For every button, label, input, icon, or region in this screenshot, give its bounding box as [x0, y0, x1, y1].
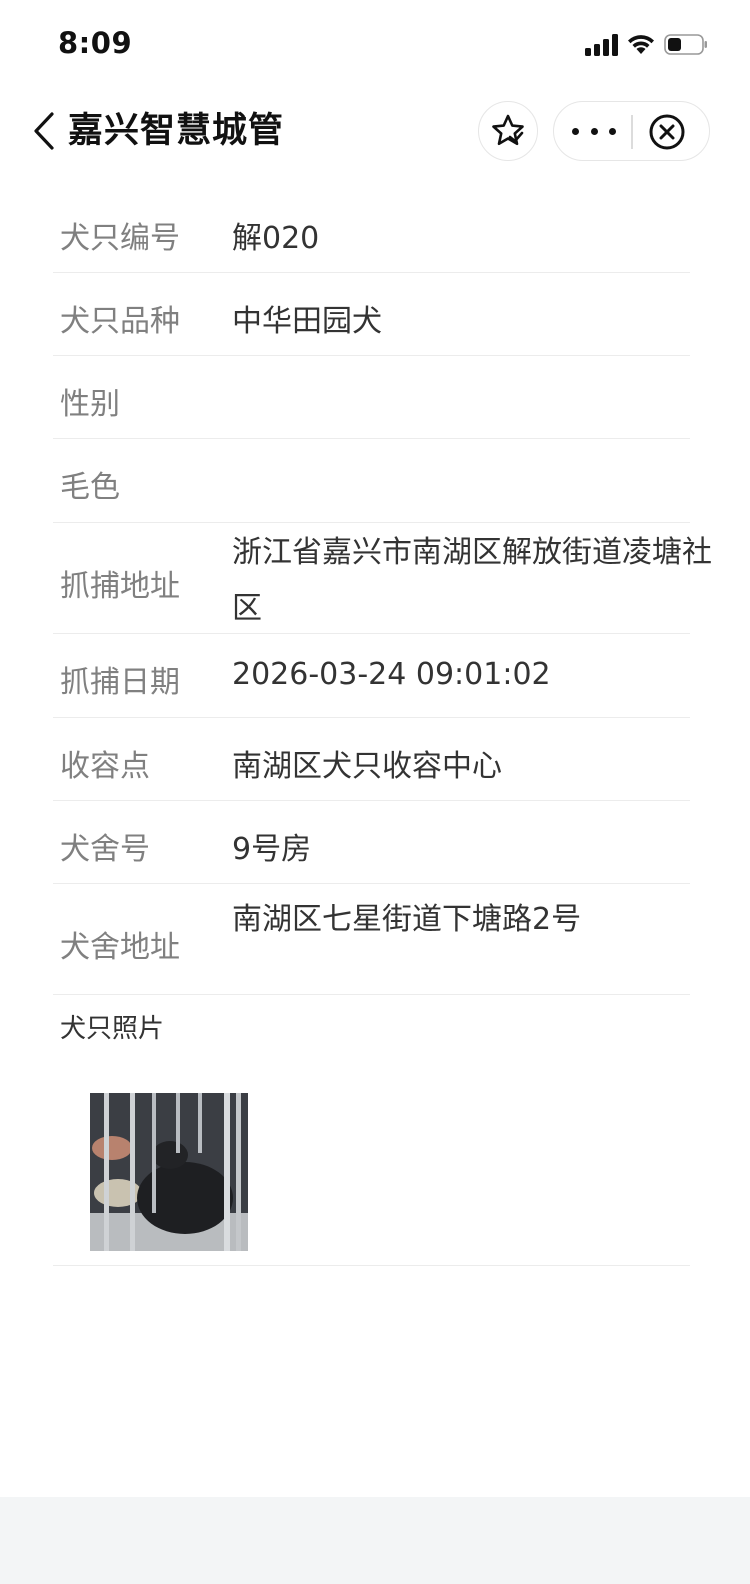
info-row-dog-number: 犬只编号 解020 — [53, 190, 690, 273]
capsule-divider — [631, 115, 633, 149]
field-label: 犬只品种 — [60, 304, 180, 339]
footer-bar — [0, 1497, 750, 1584]
status-bar: 8:09 — [0, 0, 750, 88]
field-label: 犬舍号 — [60, 832, 150, 867]
field-label: 毛色 — [60, 470, 120, 505]
dot-icon — [590, 127, 598, 135]
field-label: 收容点 — [60, 749, 150, 784]
dog-photo-section: 犬只照片 — [53, 996, 690, 1266]
mini-program-capsule — [553, 101, 710, 161]
info-row-breed: 犬只品种 中华田园犬 — [53, 273, 690, 356]
info-row-capture-address: 抓捕地址 浙江省嘉兴市南湖区解放街道凌塘社区 — [53, 523, 712, 634]
field-label: 性别 — [60, 387, 120, 422]
back-button[interactable] — [28, 108, 62, 154]
info-row-kennel-address: 犬舍地址 南湖区七星街道下塘路2号 — [53, 884, 690, 995]
field-label: 犬只编号 — [60, 221, 180, 256]
info-row-sex: 性别 — [53, 356, 690, 439]
cellular-signal-icon — [585, 34, 621, 56]
field-value: 浙江省嘉兴市南湖区解放街道凌塘社区 — [232, 535, 712, 626]
dog-photo[interactable] — [90, 1093, 248, 1251]
dot-icon — [609, 127, 616, 135]
info-row-coat-color: 毛色 — [53, 439, 690, 523]
info-row-kennel-number: 犬舍号 9号房 — [53, 801, 690, 884]
dot-icon — [572, 127, 579, 135]
more-options-button[interactable] — [572, 116, 616, 146]
field-value: 2026-03-24 09:01:02 — [232, 657, 551, 692]
field-label: 犬舍地址 — [60, 930, 180, 965]
page-title: 嘉兴智慧城管 — [68, 111, 285, 151]
status-time: 8:09 — [58, 26, 133, 60]
nav-bar: 嘉兴智慧城管 — [0, 88, 750, 176]
field-value: 南湖区七星街道下塘路2号 — [232, 902, 582, 937]
field-value: 南湖区犬只收容中心 — [232, 749, 502, 784]
info-row-shelter: 收容点 南湖区犬只收容中心 — [53, 718, 690, 801]
field-value: 9号房 — [232, 832, 312, 867]
field-label: 抓捕日期 — [60, 665, 180, 700]
field-value: 解020 — [232, 221, 320, 256]
star-icon — [492, 114, 524, 146]
favorite-button[interactable] — [478, 101, 538, 161]
info-row-capture-date: 抓捕日期 2026-03-24 09:01:02 — [53, 634, 690, 718]
photo-section-label: 犬只照片 — [60, 1014, 165, 1044]
field-value: 中华田园犬 — [232, 304, 382, 339]
close-button[interactable] — [648, 113, 686, 151]
dog-info-list: 犬只编号 解020 犬只品种 中华田园犬 性别 毛色 抓捕地址 浙江省嘉兴市南湖… — [53, 190, 712, 995]
wifi-icon — [628, 35, 654, 54]
battery-icon — [664, 34, 707, 55]
field-label: 抓捕地址 — [60, 569, 180, 604]
